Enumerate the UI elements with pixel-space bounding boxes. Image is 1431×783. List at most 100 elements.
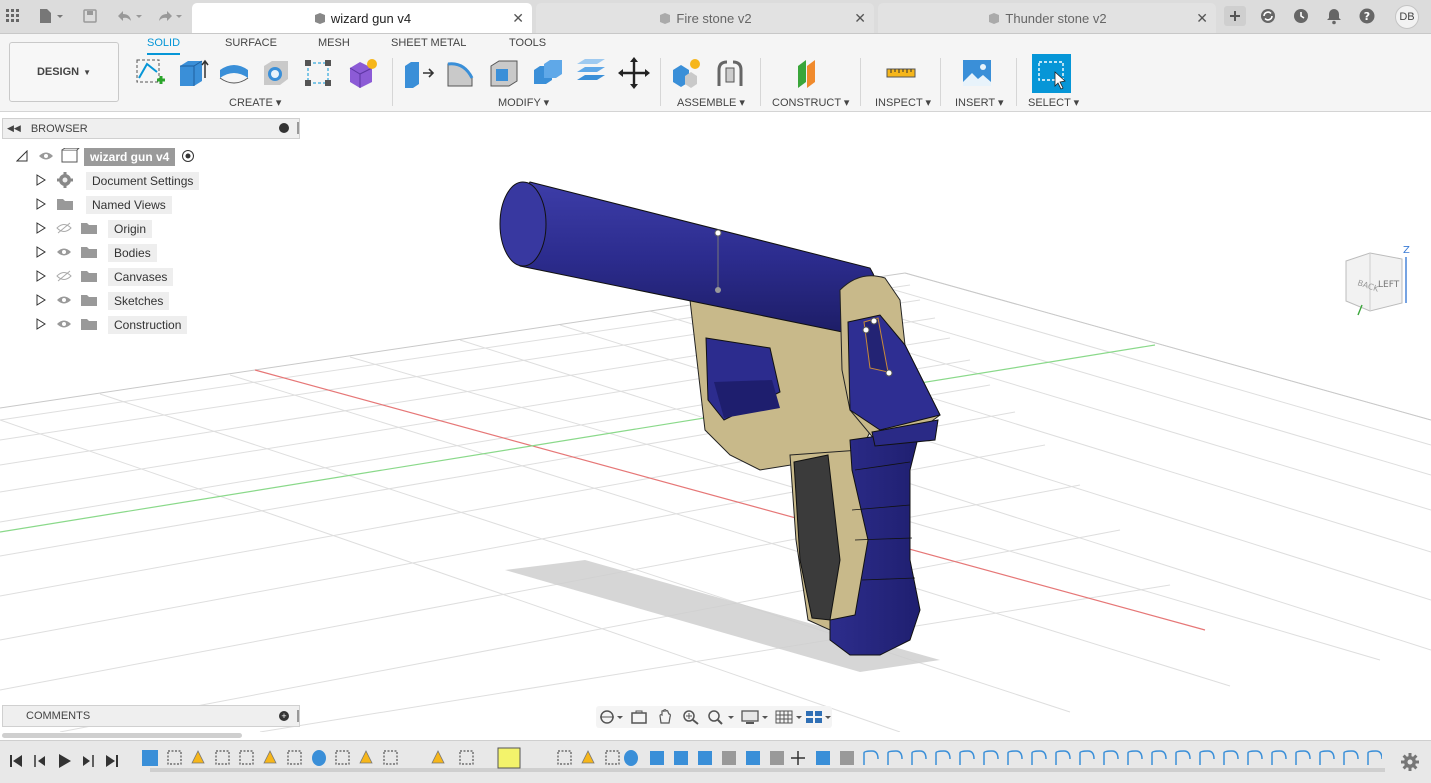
job-status-icon[interactable]	[1292, 6, 1310, 26]
timeline-feature-combine[interactable]	[650, 751, 664, 765]
orbit-icon[interactable]	[598, 709, 624, 725]
viewports-icon[interactable]	[804, 709, 832, 725]
collapse-panel-icon[interactable]: ◀◀	[7, 123, 21, 134]
hole-icon[interactable]	[258, 55, 294, 91]
timeline-feature-component[interactable]	[142, 750, 158, 766]
close-icon[interactable]: ✕	[512, 10, 524, 27]
tab-mesh[interactable]: MESH	[318, 35, 350, 55]
timeline-feature-fillet[interactable]	[1247, 750, 1263, 765]
expand-triangle-icon[interactable]	[36, 173, 56, 189]
timeline-feature-fillet[interactable]	[1103, 750, 1119, 765]
model-canvas[interactable]	[0, 113, 1431, 732]
modify-menu[interactable]: MODIFY ▾	[498, 96, 549, 109]
timeline-feature-joint[interactable]	[722, 751, 736, 765]
extrude-icon[interactable]	[174, 55, 210, 91]
tree-root[interactable]: wizard gun v4	[15, 147, 195, 167]
move-copy-icon[interactable]	[616, 55, 652, 91]
tab-thunder-stone[interactable]: Thunder stone v2 ✕	[878, 3, 1216, 33]
expand-triangle-icon[interactable]	[36, 269, 56, 285]
minimize-icon[interactable]	[279, 123, 289, 133]
canvas-viewport[interactable]: BACK LEFT Z	[0, 113, 1431, 732]
panel-resize-handle[interactable]	[297, 122, 299, 134]
undo-icon[interactable]	[114, 6, 144, 26]
timeline-feature-sketch[interactable]	[605, 750, 620, 765]
tab-fire-stone[interactable]: Fire stone v2 ✕	[536, 3, 874, 33]
timeline-feature-fillet[interactable]	[935, 750, 951, 765]
timeline-feature-sketch[interactable]	[335, 750, 350, 765]
timeline-feature-joint[interactable]	[840, 751, 854, 765]
construct-menu[interactable]: CONSTRUCT ▾	[772, 96, 849, 109]
offset-face-icon[interactable]	[573, 55, 609, 91]
tab-solid[interactable]: SOLID	[147, 35, 181, 55]
measure-icon[interactable]	[883, 55, 919, 91]
timeline-feature-extrude[interactable]	[263, 750, 277, 764]
panel-resize-handle[interactable]	[297, 710, 299, 722]
timeline-feature-extrude[interactable]	[431, 750, 445, 764]
timeline-feature-combine[interactable]	[674, 751, 688, 765]
select-icon[interactable]	[1032, 54, 1071, 93]
close-icon[interactable]: ✕	[854, 10, 866, 27]
expand-triangle-icon[interactable]	[36, 317, 56, 333]
close-icon[interactable]: ✕	[1196, 10, 1208, 27]
timeline-feature-fillet[interactable]	[1007, 750, 1023, 765]
timeline-next-icon[interactable]	[80, 753, 96, 769]
insert-image-icon[interactable]	[959, 55, 995, 91]
timeline-feature-extrude[interactable]	[191, 750, 205, 764]
timeline-feature-sketch[interactable]	[215, 750, 230, 765]
timeline-end-icon[interactable]	[104, 753, 120, 769]
timeline-previous-icon[interactable]	[32, 753, 48, 769]
timeline-feature-body[interactable]	[624, 750, 638, 766]
tree-item-origin[interactable]: Origin	[36, 219, 153, 239]
timeline-feature-fillet[interactable]	[1271, 750, 1287, 765]
timeline-settings-gear-icon[interactable]	[1401, 753, 1419, 771]
offset-plane-icon[interactable]	[792, 55, 828, 91]
timeline-feature-body[interactable]	[312, 750, 326, 766]
expand-triangle-icon[interactable]	[36, 293, 56, 309]
revolve-icon[interactable]	[216, 55, 252, 91]
eye-hidden-icon[interactable]	[56, 270, 80, 285]
timeline-feature-extrude[interactable]	[581, 750, 595, 764]
eye-icon[interactable]	[56, 318, 80, 332]
tab-wizard-gun[interactable]: wizard gun v4 ✕	[192, 3, 532, 33]
insert-menu[interactable]: INSERT ▾	[955, 96, 1004, 109]
help-icon[interactable]: ?	[1358, 6, 1376, 26]
timeline-features[interactable]	[142, 745, 1382, 775]
tree-item-construction[interactable]: Construction	[36, 315, 188, 335]
horizontal-scrollbar[interactable]	[2, 733, 242, 738]
timeline-feature-fillet[interactable]	[1175, 750, 1191, 765]
select-menu[interactable]: SELECT ▾	[1028, 96, 1079, 109]
timeline-feature-sketch[interactable]	[167, 750, 182, 765]
view-cube[interactable]: BACK LEFT Z	[1340, 241, 1416, 317]
pan-icon[interactable]	[656, 709, 674, 725]
timeline-feature-fillet[interactable]	[983, 750, 999, 765]
timeline-feature-sketch[interactable]	[287, 750, 302, 765]
joint-icon[interactable]	[712, 55, 748, 91]
workspace-switcher[interactable]: DESIGN ▼	[9, 42, 119, 102]
comments-panel-header[interactable]: COMMENTS +	[2, 705, 300, 727]
shell-icon[interactable]	[486, 55, 522, 91]
timeline-feature-fillet[interactable]	[1367, 750, 1382, 765]
activate-radio-icon[interactable]	[181, 149, 195, 166]
eye-icon[interactable]	[56, 294, 80, 308]
timeline-feature-combine[interactable]	[816, 751, 830, 765]
display-settings-icon[interactable]	[740, 709, 770, 725]
create-form-icon[interactable]	[344, 55, 380, 91]
timeline-feature-sketch[interactable]	[459, 750, 474, 765]
timeline-feature-selected[interactable]	[497, 747, 521, 769]
new-component-icon[interactable]	[668, 55, 704, 91]
timeline-feature-fillet[interactable]	[1295, 750, 1311, 765]
timeline-feature-fillet[interactable]	[959, 750, 975, 765]
save-icon[interactable]	[82, 6, 98, 26]
timeline-feature-move[interactable]	[791, 751, 805, 765]
fit-icon[interactable]	[706, 709, 736, 725]
timeline-feature-fillet[interactable]	[887, 750, 903, 765]
tree-item-document-settings[interactable]: Document Settings	[36, 171, 200, 191]
timeline-play-icon[interactable]	[56, 753, 72, 769]
timeline-feature-fillet[interactable]	[1079, 750, 1095, 765]
timeline-feature-sketch[interactable]	[557, 750, 572, 765]
timeline-feature-fillet[interactable]	[911, 750, 927, 765]
assemble-menu[interactable]: ASSEMBLE ▾	[677, 96, 745, 109]
timeline-feature-fillet[interactable]	[1031, 750, 1047, 765]
timeline-feature-fillet[interactable]	[1151, 750, 1167, 765]
expand-triangle-icon[interactable]	[15, 149, 32, 165]
